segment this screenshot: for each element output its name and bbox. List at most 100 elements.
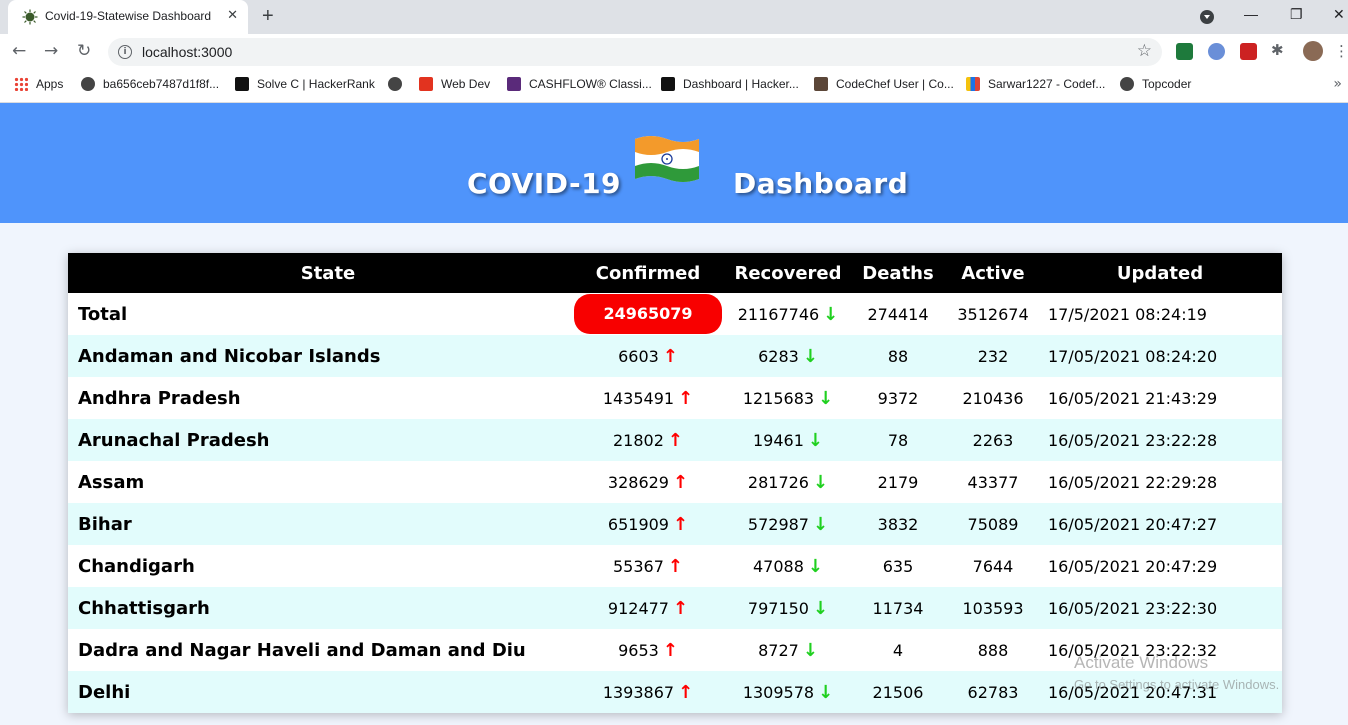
deaths-cell: 2179 [848,461,948,503]
updated-cell: 16/05/2021 20:47:29 [1038,545,1282,587]
table-row: Assam 328629 ↑ 281726 ↓ 2179 43377 16/05/2… [68,461,1282,503]
arrow-down-icon: ↓ [818,387,834,409]
table-row: Chandigarh 55367 ↑ 47088 ↓ 635 7644 16/05/… [68,545,1282,587]
bookmark-item[interactable] [388,77,410,91]
deaths-cell: 78 [848,419,948,461]
arrow-down-icon: ↓ [812,597,829,619]
arrow-down-icon: ↓ [802,639,818,661]
arrow-down-icon: ↓ [818,681,834,703]
column-header-confirmed: Confirmed [568,253,728,293]
column-header-active: Active [948,253,1038,293]
updated-cell: 16/05/2021 21:43:29 [1038,377,1282,419]
bookmarks-bar: Apps ba656ceb7487d1f8f... Solve C | Hack… [0,70,1348,103]
state-name: Andaman and Nicobar Islands [68,335,568,377]
info-icon[interactable]: i [118,45,132,59]
state-name: Dadra and Nagar Haveli and Daman and Diu [68,629,568,671]
active-cell: 75089 [948,503,1038,545]
confirmed-cell: 1435491 ↑ [568,377,728,419]
active-cell: 210436 [948,377,1038,419]
extension-icon[interactable] [1240,43,1257,60]
arrow-down-icon: ↓ [823,303,839,325]
table-row: Andhra Pradesh 1435491 ↑ 1215683 ↓ 9372 21… [68,377,1282,419]
bookmark-item[interactable]: ba656ceb7487d1f8f... [81,77,219,91]
bookmark-item[interactable]: CodeChef User | Co... [814,77,954,91]
forward-icon[interactable]: → [44,41,58,61]
state-name: Arunachal Pradesh [68,419,568,461]
arrow-down-icon: ↓ [807,555,823,577]
table-header-row: State Confirmed Recovered Deaths Active … [68,253,1282,293]
bookmark-apps[interactable]: Apps [14,77,63,91]
cashflow-icon [507,77,521,91]
bookmark-item[interactable]: Solve C | HackerRank [235,77,375,91]
hackerrank-icon [661,77,675,91]
browser-toolbar: ← → ↻ i localhost:3000 ☆ ✱ ⋮ [0,34,1348,70]
recovered-cell: 281726 ↓ [728,461,848,503]
arrow-up-icon: ↑ [672,471,689,493]
recovered-cell: 6283 ↓ [728,335,848,377]
close-window-icon[interactable]: ✕ [1333,6,1345,23]
globe-icon [388,77,402,91]
restore-icon[interactable]: ❐ [1290,6,1303,23]
arrow-up-icon: ↑ [667,555,683,577]
back-icon[interactable]: ← [12,41,26,61]
table-row: Andaman and Nicobar Islands 6603 ↑ 6283 ↓ … [68,335,1282,377]
new-tab-icon[interactable]: + [262,5,274,28]
tab-strip: Covid-19-Statewise Dashboard ✕ + — ❐ ✕ [0,0,1348,34]
avatar[interactable] [1303,41,1323,61]
close-tab-icon[interactable]: ✕ [227,8,238,23]
arrow-down-icon: ↓ [802,345,818,367]
tab-search-icon[interactable] [1200,10,1214,24]
confirmed-cell: 6603 ↑ [568,335,728,377]
active-cell: 43377 [948,461,1038,503]
deaths-cell: 21506 [848,671,948,713]
active-cell: 62783 [948,671,1038,713]
minimize-icon[interactable]: — [1244,6,1258,22]
codeforces-icon [966,77,980,91]
updated-cell: 16/05/2021 22:29:28 [1038,461,1282,503]
confirmed-cell: 9653 ↑ [568,629,728,671]
page-header: COVID-19 Dashboard [0,103,1348,223]
activate-windows-watermark: Activate Windows [1074,653,1209,672]
state-name: Delhi [68,671,568,713]
extension-icon[interactable] [1176,43,1193,60]
confirmed-cell: 328629 ↑ [568,461,728,503]
udemy-icon [419,77,433,91]
deaths-cell: 635 [848,545,948,587]
column-header-updated: Updated [1038,253,1282,293]
recovered-cell: 47088 ↓ [728,545,848,587]
globe-icon [1120,77,1134,91]
address-bar[interactable]: i localhost:3000 ☆ [108,38,1162,66]
deaths-cell: 3832 [848,503,948,545]
codechef-icon [814,77,828,91]
page-title-left: COVID-19 [467,167,622,200]
extension-icon[interactable] [1208,43,1225,60]
active-cell: 3512674 [948,293,1038,335]
url-text[interactable]: localhost:3000 [142,44,232,60]
recovered-cell: 19461 ↓ [728,419,848,461]
tab-title: Covid-19-Statewise Dashboard [45,9,212,23]
confirmed-cell: 24965079 [568,293,728,335]
table-row: Arunachal Pradesh 21802 ↑ 19461 ↓ 78 2263 … [68,419,1282,461]
deaths-cell: 9372 [848,377,948,419]
arrow-up-icon: ↑ [678,387,694,409]
apps-grid-icon [14,77,28,91]
arrow-down-icon: ↓ [812,471,829,493]
bookmark-item[interactable]: Sarwar1227 - Codef... [966,77,1105,91]
bookmark-star-icon[interactable]: ☆ [1137,41,1152,61]
reload-icon[interactable]: ↻ [77,41,91,61]
browser-tab[interactable]: Covid-19-Statewise Dashboard ✕ [8,0,248,34]
state-name: Assam [68,461,568,503]
bookmark-item[interactable]: Dashboard | Hacker... [661,77,799,91]
bookmark-item[interactable]: Web Dev [419,77,490,91]
active-cell: 2263 [948,419,1038,461]
arrow-down-icon: ↓ [812,513,829,535]
state-name: Chhattisgarh [68,587,568,629]
bookmark-item[interactable]: CASHFLOW® Classi... [507,77,652,91]
more-bookmarks-icon[interactable]: » [1333,76,1342,92]
puzzle-icon[interactable]: ✱ [1271,41,1288,59]
deaths-cell: 88 [848,335,948,377]
bookmark-item[interactable]: Topcoder [1120,77,1191,91]
confirmed-cell: 651909 ↑ [568,503,728,545]
menu-icon[interactable]: ⋮ [1334,42,1348,60]
table-row-total: Total 24965079 21167746 ↓ 274414 3512674 … [68,293,1282,335]
